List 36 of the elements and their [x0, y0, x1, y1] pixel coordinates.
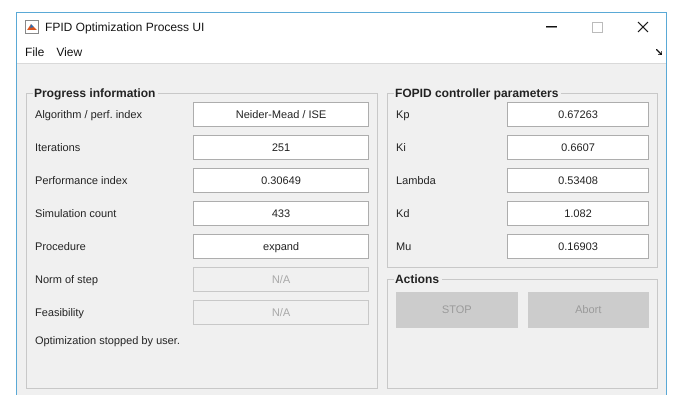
output-field: N/A — [193, 267, 369, 292]
field-label: Norm of step — [35, 274, 99, 286]
output-field: N/A — [193, 300, 369, 325]
output-field: 0.6607 — [507, 135, 649, 160]
field-label: Iterations — [35, 142, 82, 154]
field-label: Feasibility — [35, 306, 85, 318]
field-label: Algorithm / perf. index — [35, 108, 143, 120]
output-field: Neider-Mead / ISE — [193, 102, 369, 127]
menu-item[interactable]: View — [52, 45, 90, 59]
dock-arrow-icon[interactable] — [656, 49, 662, 55]
minimize-icon — [546, 26, 556, 28]
output-field: 0.67263 — [507, 102, 649, 127]
field-label: Ki — [396, 142, 407, 154]
field-label: Lambda — [396, 174, 437, 186]
output-field: 251 — [193, 135, 369, 160]
field-label: Performance index — [35, 174, 128, 186]
output-field: 433 — [193, 201, 369, 226]
status-message: Optimization stopped by user. — [35, 335, 181, 347]
panel-title: FOPID controller parameters — [394, 86, 560, 100]
panel-title: Actions — [394, 272, 440, 286]
field-label: Mu — [396, 240, 412, 252]
field-label: Kp — [396, 108, 410, 120]
output-field: 0.16903 — [507, 234, 649, 259]
field-label: Simulation count — [35, 208, 118, 220]
close-icon — [637, 21, 649, 33]
output-field: expand — [193, 234, 369, 259]
output-field: 0.53408 — [507, 168, 649, 193]
maximize-icon — [592, 22, 602, 32]
field-label: Kd — [396, 208, 410, 220]
panel-title: Progress information — [33, 86, 156, 100]
window-title: FPID Optimization Process UI — [45, 20, 206, 34]
output-field: 1.082 — [507, 201, 649, 226]
app-logo-icon — [25, 20, 39, 34]
menu-item[interactable]: File — [21, 45, 52, 59]
field-label: Procedure — [35, 240, 87, 252]
output-field: 0.30649 — [193, 168, 369, 193]
